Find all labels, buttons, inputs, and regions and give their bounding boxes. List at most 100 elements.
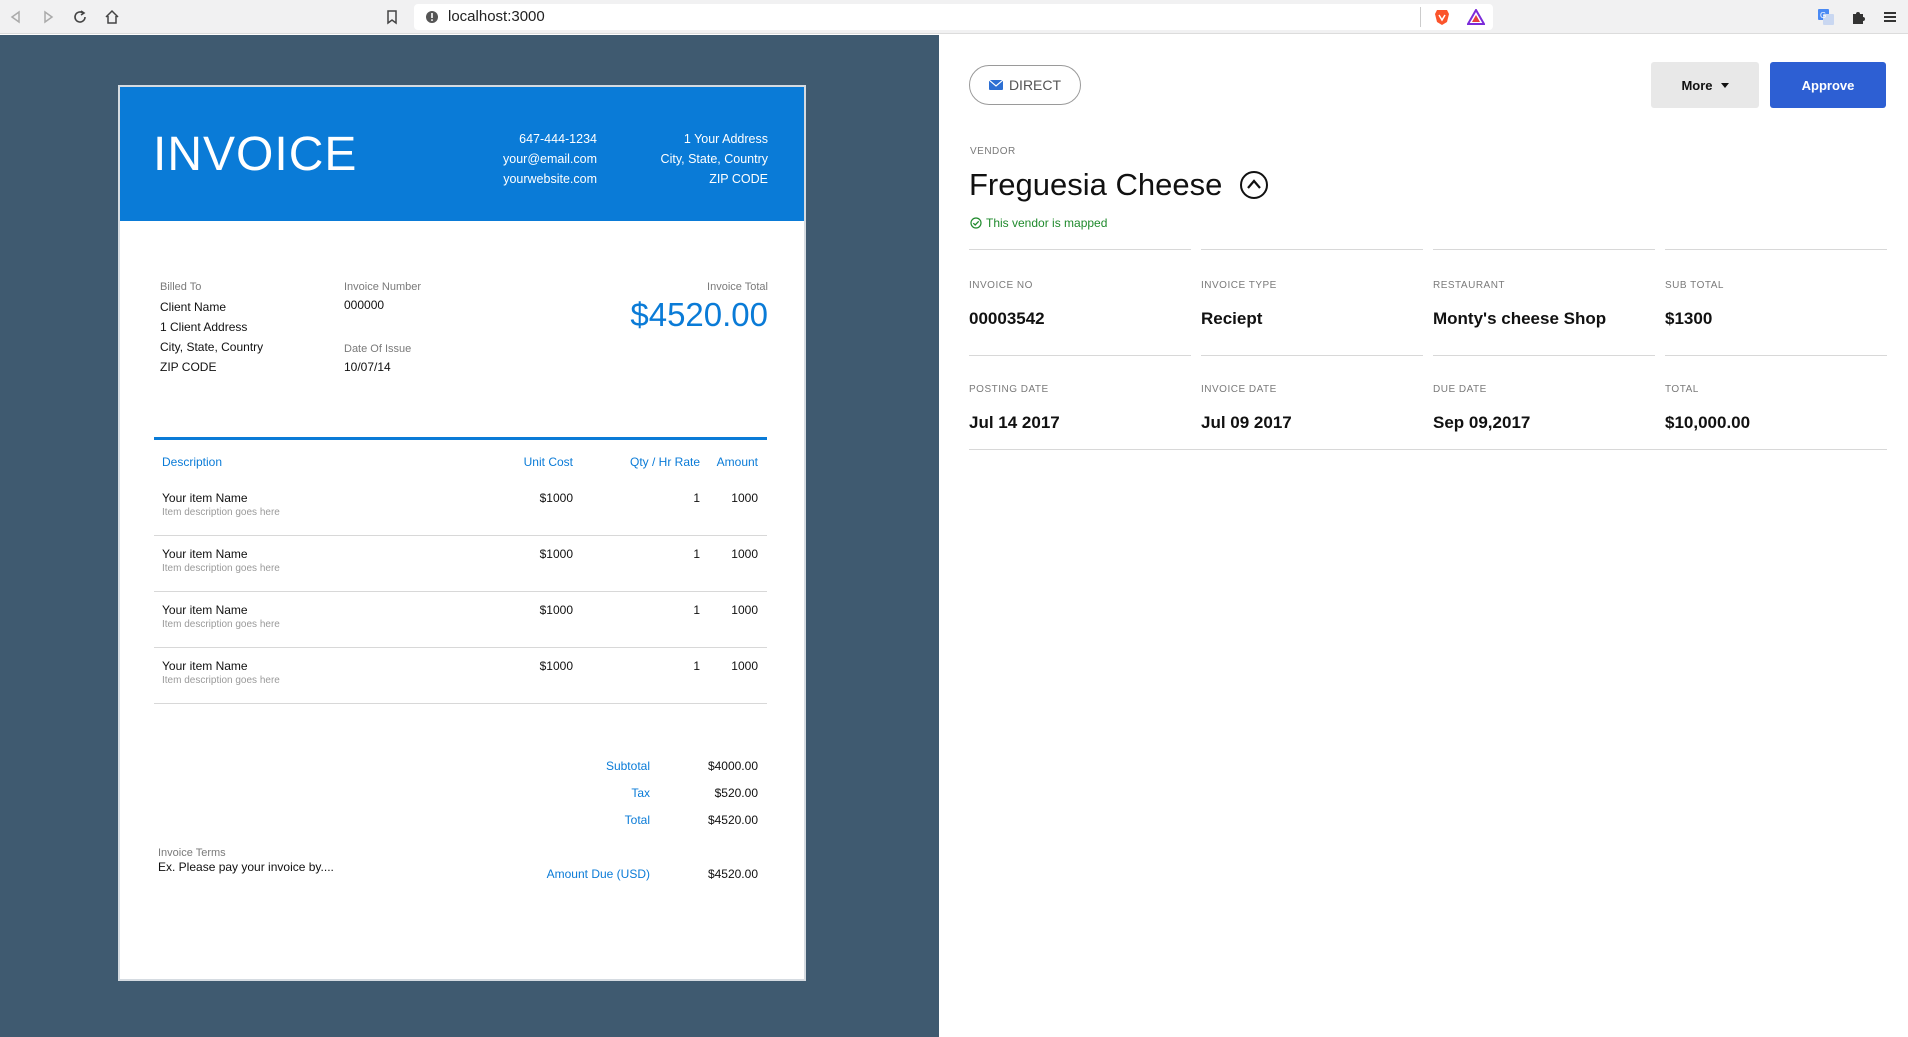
approve-button[interactable]: Approve [1770,62,1886,108]
contact-block: 647-444-1234 your@email.com yourwebsite.… [503,129,597,189]
field-label-invoice-date: INVOICE DATE [1201,384,1277,395]
home-icon[interactable] [100,5,124,29]
field-divider [1201,249,1423,250]
billed-to-block: Client Name 1 Client Address City, State… [160,297,263,377]
tax-value: $520.00 [714,786,758,800]
more-label: More [1681,77,1713,93]
subtotal-label: Subtotal [605,759,650,773]
field-value-posting-date: Jul 14 2017 [969,413,1060,432]
check-circle-icon [970,217,982,229]
extensions-icon[interactable] [1846,5,1870,29]
mapped-text: This vendor is mapped [986,216,1108,230]
invoice-total: $4520.00 [630,296,768,333]
direct-label: DIRECT [1008,77,1062,93]
field-value-sub-total: $1300 [1665,309,1713,328]
row-divider [154,591,767,592]
invoice-number-label: Invoice Number [344,281,422,293]
item-description: Item description goes here [162,675,280,686]
address-line2: City, State, Country [660,152,768,166]
url-text[interactable]: localhost:3000 [448,8,545,25]
address-bar[interactable] [414,4,1493,30]
field-value-restaurant: Monty's cheese Shop [1433,309,1607,328]
item-unit-cost: $1000 [539,603,573,617]
col-unit-cost: Unit Cost [523,455,573,469]
item-qty: 1 [693,491,700,505]
reload-icon[interactable] [68,5,92,29]
field-divider [1201,355,1423,356]
item-qty: 1 [693,659,700,673]
item-amount: 1000 [731,603,758,617]
back-icon[interactable] [4,5,28,29]
address-block: 1 Your Address City, State, Country ZIP … [661,129,768,189]
envelope-icon [988,80,1003,90]
site-info-icon[interactable] [420,5,444,29]
billed-to-label: Billed To [160,281,202,293]
item-name: Your item Name [162,659,248,673]
field-value-total: $10,000.00 [1665,413,1751,432]
subtotal-value: $4000.00 [707,759,758,773]
field-divider [1665,355,1887,356]
more-button[interactable]: More [1651,62,1759,108]
menu-icon[interactable] [1878,5,1902,29]
field-label-total: TOTAL [1665,384,1699,395]
field-label-restaurant: RESTAURANT [1433,280,1506,291]
item-qty: 1 [693,547,700,561]
issue-date: 10/07/14 [344,360,391,374]
item-name: Your item Name [162,547,248,561]
total-label: Total [624,813,650,827]
item-unit-cost: $1000 [539,491,573,505]
brave-rewards-icon[interactable] [1464,5,1488,29]
fields-bottom-rule [969,449,1887,450]
field-divider [1433,355,1655,356]
field-label-invoice-type: INVOICE TYPE [1201,280,1277,291]
field-value-invoice-no: 00003542 [969,309,1045,328]
field-label-due-date: DUE DATE [1433,384,1487,395]
client-name: Client Name [160,300,227,314]
vendor-label: VENDOR [970,146,1016,157]
field-divider [1665,249,1887,250]
bookmark-icon[interactable] [380,5,404,29]
vendor-mapped-status: This vendor is mapped [970,216,1107,230]
item-amount: 1000 [731,547,758,561]
address-zip: ZIP CODE [709,172,768,186]
item-qty: 1 [693,603,700,617]
field-value-invoice-date: Jul 09 2017 [1201,413,1292,432]
invoice-detail-panel: DIRECT More Approve VENDOR Freguesia Che… [939,35,1908,1037]
invoice-title: INVOICE [153,128,358,181]
field-divider [969,355,1191,356]
address-line1: 1 Your Address [683,132,768,146]
field-label-sub-total: SUB TOTAL [1665,280,1724,291]
invoice-number: 000000 [344,298,385,312]
collapse-chevron-up-icon[interactable] [1239,170,1269,205]
item-unit-cost: $1000 [539,547,573,561]
browser-toolbar: localhost:3000 G [0,0,1908,34]
item-name: Your item Name [162,491,248,505]
col-qty: Qty / Hr Rate [629,455,700,469]
invoice-preview-panel: INVOICE 647-444-1234 your@email.com your… [0,35,939,1037]
email: your@email.com [503,152,597,166]
row-divider [154,535,767,536]
divider [1420,7,1421,27]
phone: 647-444-1234 [519,132,597,146]
total-value: $4520.00 [707,813,758,827]
caret-down-icon [1720,82,1729,88]
terms-text: Ex. Please pay your invoice by.... [158,860,334,874]
amount-due-value: $4520.00 [707,867,758,881]
forward-icon[interactable] [36,5,60,29]
item-description: Item description goes here [162,619,280,630]
amount-due-label: Amount Due (USD) [546,867,650,881]
svg-text:G: G [1820,11,1826,20]
item-description: Item description goes here [162,563,280,574]
translate-icon[interactable]: G [1814,5,1838,29]
field-divider [969,249,1191,250]
client-address: 1 Client Address [160,320,248,334]
table-top-rule [154,437,767,440]
direct-pill-button[interactable]: DIRECT [969,65,1081,105]
row-divider [154,647,767,648]
col-description: Description [162,455,223,469]
tax-label: Tax [631,786,650,800]
item-name: Your item Name [162,603,248,617]
field-label-invoice-no: INVOICE NO [969,280,1033,291]
item-amount: 1000 [731,659,758,673]
brave-shield-icon[interactable] [1430,5,1454,29]
